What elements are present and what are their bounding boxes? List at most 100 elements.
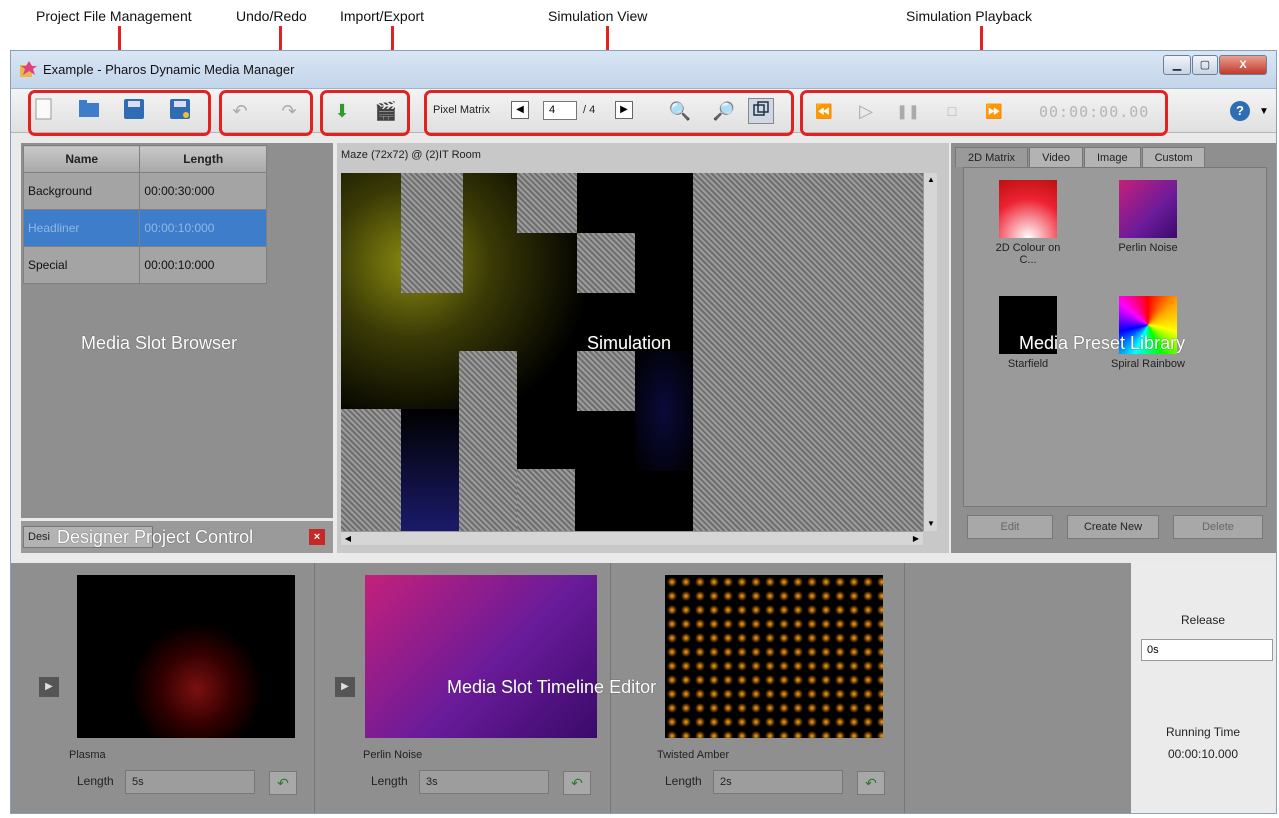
slot-play-button[interactable]: ▶ xyxy=(39,677,59,697)
maze-wall xyxy=(459,351,517,531)
help-button[interactable]: ? xyxy=(1227,98,1253,124)
callout-undo-redo: Undo/Redo xyxy=(236,8,307,24)
undo-arrow-icon: ↶ xyxy=(865,775,877,791)
simulation-header: Maze (72x72) @ (2)IT Room xyxy=(341,149,481,161)
running-time-label: Running Time xyxy=(1165,725,1241,739)
scroll-left-icon[interactable]: ◀ xyxy=(341,532,355,545)
app-icon xyxy=(19,60,37,78)
app-window: Example - Pharos Dynamic Media Manager ▁… xyxy=(10,50,1277,814)
preset-item[interactable]: 2D Colour on C... xyxy=(986,180,1070,266)
chevron-down-icon: ▼ xyxy=(1259,105,1269,117)
length-label: Length xyxy=(665,774,702,788)
running-time-value: 00:00:10.000 xyxy=(1167,747,1239,761)
project-file-highlight xyxy=(28,90,211,136)
slot-length: 00:00:30:000 xyxy=(139,172,267,210)
maze-wall xyxy=(401,173,463,293)
gradient-purple-icon xyxy=(1119,180,1177,238)
preset-item[interactable]: Perlin Noise xyxy=(1106,180,1190,254)
scroll-down-icon[interactable]: ▼ xyxy=(925,517,937,531)
slot-length: 00:00:10:000 xyxy=(139,209,267,247)
gradient-red-icon xyxy=(999,180,1057,238)
timeline-slot-name: Perlin Noise xyxy=(363,749,423,761)
create-new-preset-button[interactable]: Create New xyxy=(1067,515,1159,539)
reset-length-button[interactable]: ↶ xyxy=(269,771,297,795)
import-export-highlight xyxy=(320,90,410,136)
preset-tabs: 2D Matrix Video Image Custom xyxy=(955,147,1206,167)
release-panel: Release 0s Running Time 00:00:10.000 xyxy=(1133,563,1276,813)
scroll-up-icon[interactable]: ▲ xyxy=(925,173,937,187)
length-input[interactable]: 5s xyxy=(125,770,255,794)
maze-wall xyxy=(577,351,635,411)
title-bar: Example - Pharos Dynamic Media Manager ▁… xyxy=(11,51,1276,89)
designer-project-control-label: Designer Project Control xyxy=(57,527,254,547)
table-row[interactable]: Background 00:00:30:000 xyxy=(22,172,267,210)
maze-wall xyxy=(517,469,575,531)
maximize-button[interactable]: ▢ xyxy=(1192,55,1218,75)
callout-import-export: Import/Export xyxy=(340,8,425,24)
maze-cell xyxy=(401,409,463,531)
window-title: Example - Pharos Dynamic Media Manager xyxy=(43,62,295,77)
slot-name: Background xyxy=(22,172,141,210)
tab-custom[interactable]: Custom xyxy=(1141,147,1206,167)
simulation-label: Simulation xyxy=(587,333,672,353)
media-slot-browser-label: Media Slot Browser xyxy=(81,333,238,353)
preset-label: 2D Colour on C... xyxy=(995,242,1061,266)
scroll-right-icon[interactable]: ▶ xyxy=(909,532,923,545)
release-input[interactable]: 0s xyxy=(1141,639,1273,661)
media-preset-library-label: Media Preset Library xyxy=(1019,333,1186,353)
maze-wall xyxy=(577,233,635,293)
preset-label: Perlin Noise xyxy=(1118,242,1178,254)
undo-arrow-icon: ↶ xyxy=(571,775,583,791)
timeline-slot[interactable]: ▶ Plasma Length 5s ↶ xyxy=(11,563,315,813)
minimize-button[interactable]: ▁ xyxy=(1163,55,1191,75)
tab-video[interactable]: Video xyxy=(1029,147,1083,167)
media-slot-timeline-editor: ▶ Plasma Length 5s ↶ ▶ Perlin Noise Leng… xyxy=(11,563,1131,813)
length-label: Length xyxy=(77,774,114,788)
help-icon: ? xyxy=(1230,101,1250,121)
close-button[interactable]: X xyxy=(1219,55,1267,75)
simulation-view-highlight xyxy=(424,90,794,136)
help-dropdown-button[interactable]: ▼ xyxy=(1251,98,1276,124)
column-header-length[interactable]: Length xyxy=(139,145,267,173)
twisted-amber-thumbnail xyxy=(665,575,883,738)
preset-label: Spiral Rainbow xyxy=(1111,358,1185,370)
play-icon: ▶ xyxy=(341,681,349,692)
length-input[interactable]: 2s xyxy=(713,770,843,794)
maze-cell xyxy=(635,351,693,471)
reset-length-button[interactable]: ↶ xyxy=(857,771,885,795)
callout-project-file: Project File Management xyxy=(36,8,192,24)
play-icon: ▶ xyxy=(45,681,53,692)
screenshot-root: Project File Management Undo/Redo Import… xyxy=(0,0,1279,818)
tab-2d-matrix[interactable]: 2D Matrix xyxy=(955,147,1029,167)
reset-length-button[interactable]: ↶ xyxy=(563,771,591,795)
close-tab-button[interactable]: × xyxy=(309,529,325,545)
callout-simulation-view: Simulation View xyxy=(548,8,648,24)
column-header-name[interactable]: Name xyxy=(22,145,141,173)
plasma-thumbnail xyxy=(77,575,295,738)
simulation-playback-highlight xyxy=(800,90,1168,136)
slot-name: Headliner xyxy=(22,209,141,247)
slot-length: 00:00:10:000 xyxy=(139,246,267,284)
undo-arrow-icon: ↶ xyxy=(277,775,289,791)
edit-preset-button[interactable]: Edit xyxy=(967,515,1053,539)
maze-wall xyxy=(517,173,577,233)
length-label: Length xyxy=(371,774,408,788)
callout-simulation-playback: Simulation Playback xyxy=(906,8,1033,24)
slot-play-button[interactable]: ▶ xyxy=(335,677,355,697)
release-label: Release xyxy=(1180,613,1226,627)
table-row-selected[interactable]: Headliner 00:00:10:000 xyxy=(22,209,267,247)
horizontal-scrollbar[interactable]: ◀ ▶ xyxy=(341,531,923,545)
timeline-editor-label: Media Slot Timeline Editor xyxy=(447,677,657,697)
undo-redo-highlight xyxy=(219,90,313,136)
timeline-slot-name: Twisted Amber xyxy=(657,749,730,761)
table-row[interactable]: Special 00:00:10:000 xyxy=(22,246,267,284)
perlin-noise-thumbnail xyxy=(365,575,597,738)
delete-preset-button[interactable]: Delete xyxy=(1173,515,1263,539)
table-header-row: Name Length xyxy=(22,145,267,173)
vertical-scrollbar[interactable]: ▲ ▼ xyxy=(923,173,937,531)
tab-image[interactable]: Image xyxy=(1084,147,1141,167)
length-input[interactable]: 3s xyxy=(419,770,549,794)
maze-wall xyxy=(341,409,401,531)
media-slot-table: Name Length Background 00:00:30:000 Head… xyxy=(22,145,267,284)
slot-name: Special xyxy=(22,246,141,284)
